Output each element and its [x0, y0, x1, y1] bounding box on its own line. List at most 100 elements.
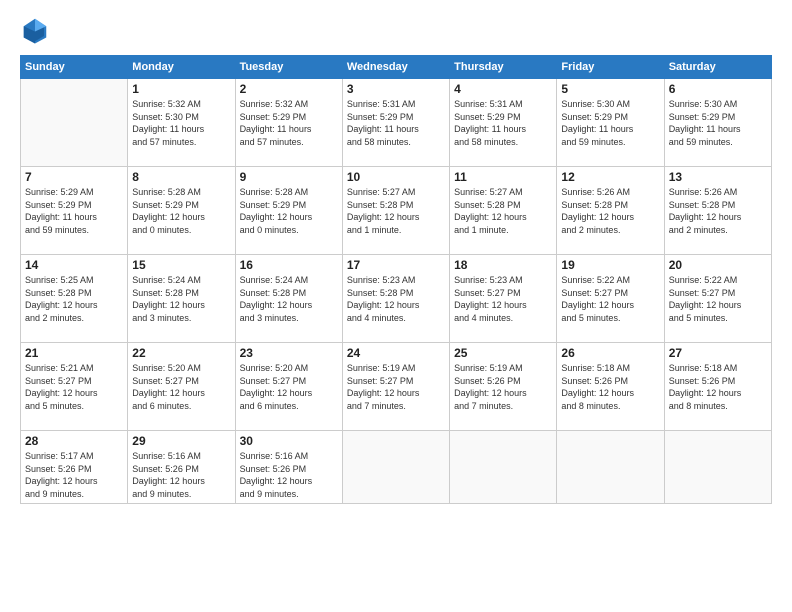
calendar-cell: 6 Sunrise: 5:30 AMSunset: 5:29 PMDaylight…: [664, 79, 771, 167]
day-number: 1: [132, 82, 230, 96]
day-info: Sunrise: 5:28 AMSunset: 5:29 PMDaylight:…: [240, 186, 338, 236]
day-info: Sunrise: 5:22 AMSunset: 5:27 PMDaylight:…: [561, 274, 659, 324]
day-number: 30: [240, 434, 338, 448]
day-number: 19: [561, 258, 659, 272]
day-info: Sunrise: 5:20 AMSunset: 5:27 PMDaylight:…: [240, 362, 338, 412]
calendar-cell: 2 Sunrise: 5:32 AMSunset: 5:29 PMDaylight…: [235, 79, 342, 167]
day-number: 20: [669, 258, 767, 272]
calendar-cell: [342, 431, 449, 504]
day-info: Sunrise: 5:28 AMSunset: 5:29 PMDaylight:…: [132, 186, 230, 236]
day-number: 27: [669, 346, 767, 360]
day-header-saturday: Saturday: [664, 56, 771, 79]
calendar-cell: [450, 431, 557, 504]
day-info: Sunrise: 5:16 AMSunset: 5:26 PMDaylight:…: [240, 450, 338, 500]
calendar-cell: 29 Sunrise: 5:16 AMSunset: 5:26 PMDayligh…: [128, 431, 235, 504]
day-info: Sunrise: 5:26 AMSunset: 5:28 PMDaylight:…: [561, 186, 659, 236]
calendar-cell: 17 Sunrise: 5:23 AMSunset: 5:28 PMDayligh…: [342, 255, 449, 343]
day-info: Sunrise: 5:32 AMSunset: 5:29 PMDaylight:…: [240, 98, 338, 148]
day-number: 25: [454, 346, 552, 360]
calendar-cell: 3 Sunrise: 5:31 AMSunset: 5:29 PMDaylight…: [342, 79, 449, 167]
day-number: 13: [669, 170, 767, 184]
calendar-cell: 21 Sunrise: 5:21 AMSunset: 5:27 PMDayligh…: [21, 343, 128, 431]
day-number: 15: [132, 258, 230, 272]
day-info: Sunrise: 5:18 AMSunset: 5:26 PMDaylight:…: [561, 362, 659, 412]
calendar-cell: 24Sunrise: 5:19 AMSunset: 5:27 PMDayligh…: [342, 343, 449, 431]
calendar-cell: 15 Sunrise: 5:24 AMSunset: 5:28 PMDayligh…: [128, 255, 235, 343]
day-info: Sunrise: 5:19 AMSunset: 5:26 PMDaylight:…: [454, 362, 552, 412]
day-header-monday: Monday: [128, 56, 235, 79]
day-number: 18: [454, 258, 552, 272]
day-number: 14: [25, 258, 123, 272]
day-info: Sunrise: 5:32 AMSunset: 5:30 PMDaylight:…: [132, 98, 230, 148]
calendar-cell: 4 Sunrise: 5:31 AMSunset: 5:29 PMDaylight…: [450, 79, 557, 167]
day-header-tuesday: Tuesday: [235, 56, 342, 79]
day-info: Sunrise: 5:24 AMSunset: 5:28 PMDaylight:…: [240, 274, 338, 324]
day-number: 5: [561, 82, 659, 96]
day-header-sunday: Sunday: [21, 56, 128, 79]
day-header-thursday: Thursday: [450, 56, 557, 79]
calendar-cell: 26 Sunrise: 5:18 AMSunset: 5:26 PMDayligh…: [557, 343, 664, 431]
day-info: Sunrise: 5:23 AMSunset: 5:27 PMDaylight:…: [454, 274, 552, 324]
logo-icon: [20, 15, 50, 45]
calendar-cell: 22 Sunrise: 5:20 AMSunset: 5:27 PMDayligh…: [128, 343, 235, 431]
calendar-cell: [557, 431, 664, 504]
day-info: Sunrise: 5:31 AMSunset: 5:29 PMDaylight:…: [454, 98, 552, 148]
day-number: 29: [132, 434, 230, 448]
day-number: 3: [347, 82, 445, 96]
calendar-cell: 14 Sunrise: 5:25 AMSunset: 5:28 PMDayligh…: [21, 255, 128, 343]
day-info: Sunrise: 5:26 AMSunset: 5:28 PMDaylight:…: [669, 186, 767, 236]
day-info: Sunrise: 5:21 AMSunset: 5:27 PMDaylight:…: [25, 362, 123, 412]
day-number: 6: [669, 82, 767, 96]
day-number: 26: [561, 346, 659, 360]
day-number: 2: [240, 82, 338, 96]
calendar-cell: 11 Sunrise: 5:27 AMSunset: 5:28 PMDayligh…: [450, 167, 557, 255]
calendar-cell: [21, 79, 128, 167]
day-header-friday: Friday: [557, 56, 664, 79]
calendar-cell: 8 Sunrise: 5:28 AMSunset: 5:29 PMDaylight…: [128, 167, 235, 255]
calendar-cell: 19 Sunrise: 5:22 AMSunset: 5:27 PMDayligh…: [557, 255, 664, 343]
day-info: Sunrise: 5:29 AMSunset: 5:29 PMDaylight:…: [25, 186, 123, 236]
calendar-cell: 5 Sunrise: 5:30 AMSunset: 5:29 PMDaylight…: [557, 79, 664, 167]
day-number: 28: [25, 434, 123, 448]
logo: [20, 15, 54, 45]
day-number: 23: [240, 346, 338, 360]
calendar-cell: 12 Sunrise: 5:26 AMSunset: 5:28 PMDayligh…: [557, 167, 664, 255]
calendar-cell: 23 Sunrise: 5:20 AMSunset: 5:27 PMDayligh…: [235, 343, 342, 431]
day-info: Sunrise: 5:20 AMSunset: 5:27 PMDaylight:…: [132, 362, 230, 412]
day-number: 16: [240, 258, 338, 272]
day-info: Sunrise: 5:31 AMSunset: 5:29 PMDaylight:…: [347, 98, 445, 148]
day-number: 7: [25, 170, 123, 184]
calendar-cell: 7 Sunrise: 5:29 AMSunset: 5:29 PMDaylight…: [21, 167, 128, 255]
calendar-cell: 10 Sunrise: 5:27 AMSunset: 5:28 PMDayligh…: [342, 167, 449, 255]
day-number: 17: [347, 258, 445, 272]
day-number: 24: [347, 346, 445, 360]
calendar-cell: 27Sunrise: 5:18 AMSunset: 5:26 PMDayligh…: [664, 343, 771, 431]
day-info: Sunrise: 5:25 AMSunset: 5:28 PMDaylight:…: [25, 274, 123, 324]
calendar-cell: 9Sunrise: 5:28 AMSunset: 5:29 PMDaylight…: [235, 167, 342, 255]
calendar-cell: 28 Sunrise: 5:17 AMSunset: 5:26 PMDayligh…: [21, 431, 128, 504]
day-number: 11: [454, 170, 552, 184]
calendar-table: SundayMondayTuesdayWednesdayThursdayFrid…: [20, 55, 772, 504]
day-info: Sunrise: 5:27 AMSunset: 5:28 PMDaylight:…: [347, 186, 445, 236]
day-header-wednesday: Wednesday: [342, 56, 449, 79]
calendar-cell: 18 Sunrise: 5:23 AMSunset: 5:27 PMDayligh…: [450, 255, 557, 343]
calendar-cell: 25 Sunrise: 5:19 AMSunset: 5:26 PMDayligh…: [450, 343, 557, 431]
day-info: Sunrise: 5:17 AMSunset: 5:26 PMDaylight:…: [25, 450, 123, 500]
day-info: Sunrise: 5:30 AMSunset: 5:29 PMDaylight:…: [561, 98, 659, 148]
day-info: Sunrise: 5:23 AMSunset: 5:28 PMDaylight:…: [347, 274, 445, 324]
calendar-cell: 30 Sunrise: 5:16 AMSunset: 5:26 PMDayligh…: [235, 431, 342, 504]
day-number: 8: [132, 170, 230, 184]
calendar-cell: 16 Sunrise: 5:24 AMSunset: 5:28 PMDayligh…: [235, 255, 342, 343]
day-number: 22: [132, 346, 230, 360]
day-number: 10: [347, 170, 445, 184]
day-number: 4: [454, 82, 552, 96]
day-info: Sunrise: 5:30 AMSunset: 5:29 PMDaylight:…: [669, 98, 767, 148]
day-info: Sunrise: 5:16 AMSunset: 5:26 PMDaylight:…: [132, 450, 230, 500]
day-info: Sunrise: 5:27 AMSunset: 5:28 PMDaylight:…: [454, 186, 552, 236]
calendar-cell: 1 Sunrise: 5:32 AMSunset: 5:30 PMDaylight…: [128, 79, 235, 167]
day-number: 21: [25, 346, 123, 360]
day-number: 12: [561, 170, 659, 184]
calendar-cell: [664, 431, 771, 504]
calendar-cell: 13 Sunrise: 5:26 AMSunset: 5:28 PMDayligh…: [664, 167, 771, 255]
day-info: Sunrise: 5:24 AMSunset: 5:28 PMDaylight:…: [132, 274, 230, 324]
